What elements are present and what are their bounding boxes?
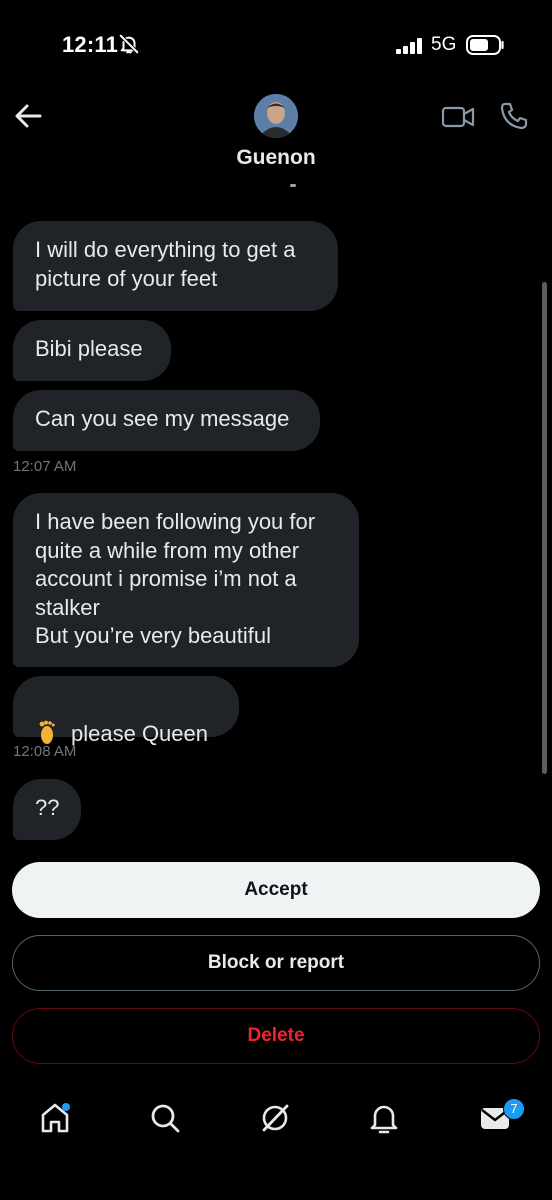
messages-badge: 7 xyxy=(503,1098,525,1120)
message-bubble[interactable]: I will do everything to get a picture of… xyxy=(13,221,338,311)
notifications-icon[interactable] xyxy=(364,1098,404,1138)
foot-emoji-icon xyxy=(39,720,55,744)
message-bubble[interactable]: ?? xyxy=(13,779,81,840)
message-bubble[interactable]: I have been following you for quite a wh… xyxy=(13,493,359,667)
block-or-report-button[interactable]: Block or report xyxy=(12,935,540,991)
grok-icon[interactable] xyxy=(255,1098,295,1138)
message-text: please Queen xyxy=(71,720,208,746)
bottom-tab-bar xyxy=(0,1080,552,1200)
unread-indicator-dot xyxy=(62,1103,70,1111)
message-timestamp: 12:07 AM xyxy=(13,458,77,475)
message-thread: I will do everything to get a picture of… xyxy=(0,0,552,860)
message-timestamp: 12:08 AM xyxy=(13,743,77,760)
message-bubble[interactable]: Bibi please xyxy=(13,320,171,381)
message-bubble[interactable]: Can you see my message xyxy=(13,390,320,451)
accept-button[interactable]: Accept xyxy=(12,862,540,918)
delete-button[interactable]: Delete xyxy=(12,1008,540,1064)
scrollbar[interactable] xyxy=(542,282,547,774)
search-icon[interactable] xyxy=(145,1098,185,1138)
message-bubble[interactable]: please Queen xyxy=(13,676,239,746)
